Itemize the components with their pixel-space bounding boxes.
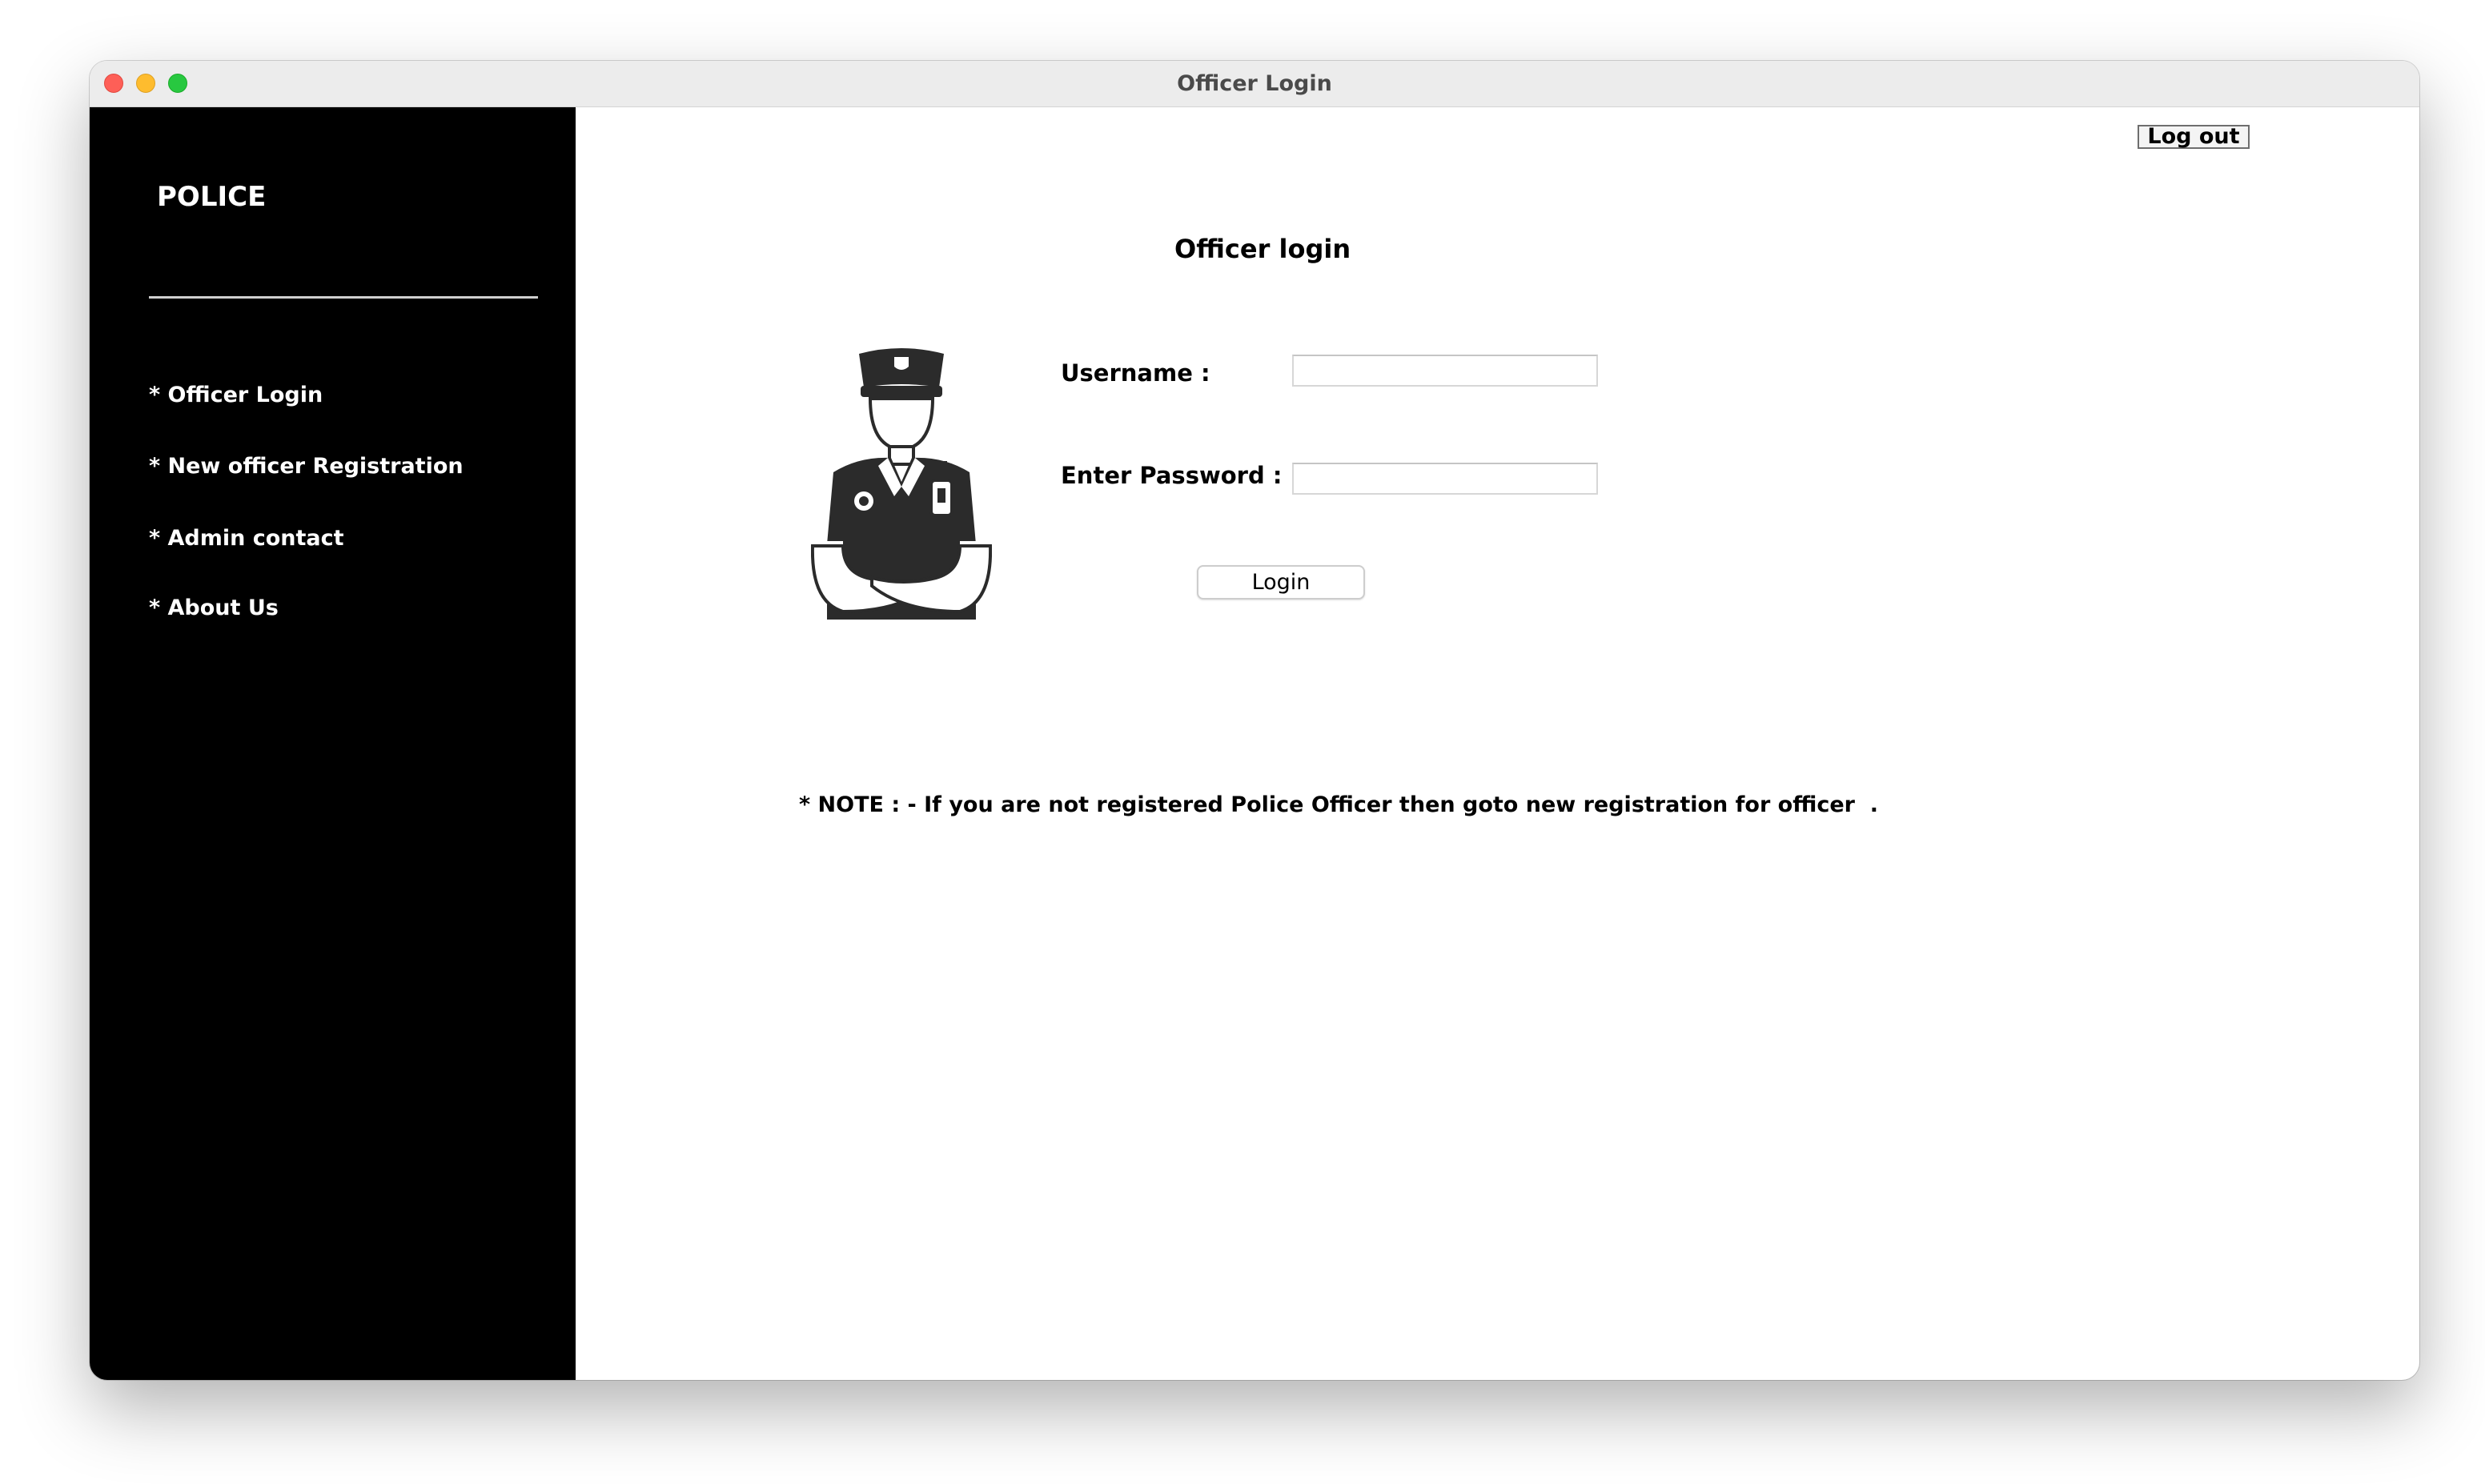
brand-title: POLICE bbox=[157, 181, 267, 213]
page-heading: Officer login bbox=[1174, 234, 1351, 264]
title-bar: Officer Login bbox=[90, 61, 2419, 107]
police-officer-icon bbox=[811, 348, 992, 620]
username-label: Username : bbox=[1061, 359, 1210, 387]
password-label: Enter Password : bbox=[1061, 462, 1283, 489]
username-field[interactable] bbox=[1292, 355, 1598, 387]
nav-new-officer-registration[interactable]: * New officer Registration bbox=[149, 454, 464, 479]
password-field[interactable] bbox=[1292, 463, 1598, 495]
nav-about-us[interactable]: * About Us bbox=[149, 596, 279, 620]
login-button[interactable]: Login bbox=[1197, 565, 1365, 600]
sidebar: POLICE * Officer Login * New officer Reg… bbox=[90, 107, 576, 1380]
registration-note: * NOTE : - If you are not registered Pol… bbox=[799, 792, 1879, 817]
window-title: Officer Login bbox=[1177, 71, 1332, 96]
brand-divider bbox=[149, 296, 538, 299]
logout-button[interactable]: Log out bbox=[2138, 125, 2250, 149]
nav-admin-contact[interactable]: * Admin contact bbox=[149, 526, 344, 551]
nav-officer-login[interactable]: * Officer Login bbox=[149, 383, 323, 407]
